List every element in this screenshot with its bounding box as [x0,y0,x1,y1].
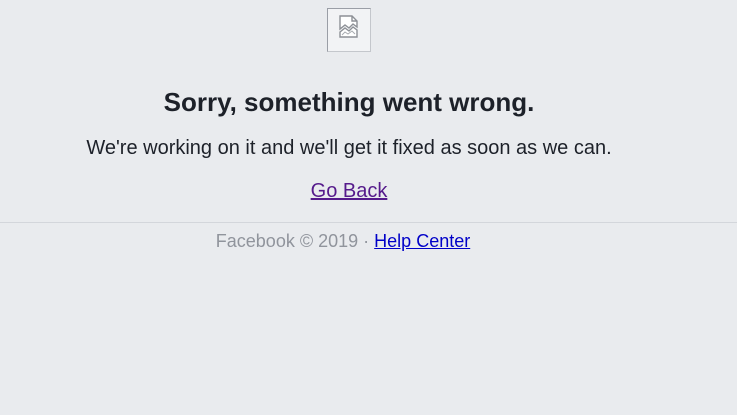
broken-image-icon [327,8,371,52]
error-title: Sorry, something went wrong. [163,87,535,117]
go-back-link[interactable]: Go Back [311,180,388,202]
footer-divider [0,222,737,223]
error-page: Sorry, something went wrong. We're worki… [0,0,737,415]
footer: Facebook © 2019 · Help Center [0,230,686,252]
error-message: We're working on it and we'll get it fix… [86,137,612,159]
footer-separator: · [363,231,370,251]
copyright-text: Facebook © 2019 [215,231,359,251]
help-center-link[interactable]: Help Center [374,231,470,251]
go-back-container: Go Back [0,179,698,203]
